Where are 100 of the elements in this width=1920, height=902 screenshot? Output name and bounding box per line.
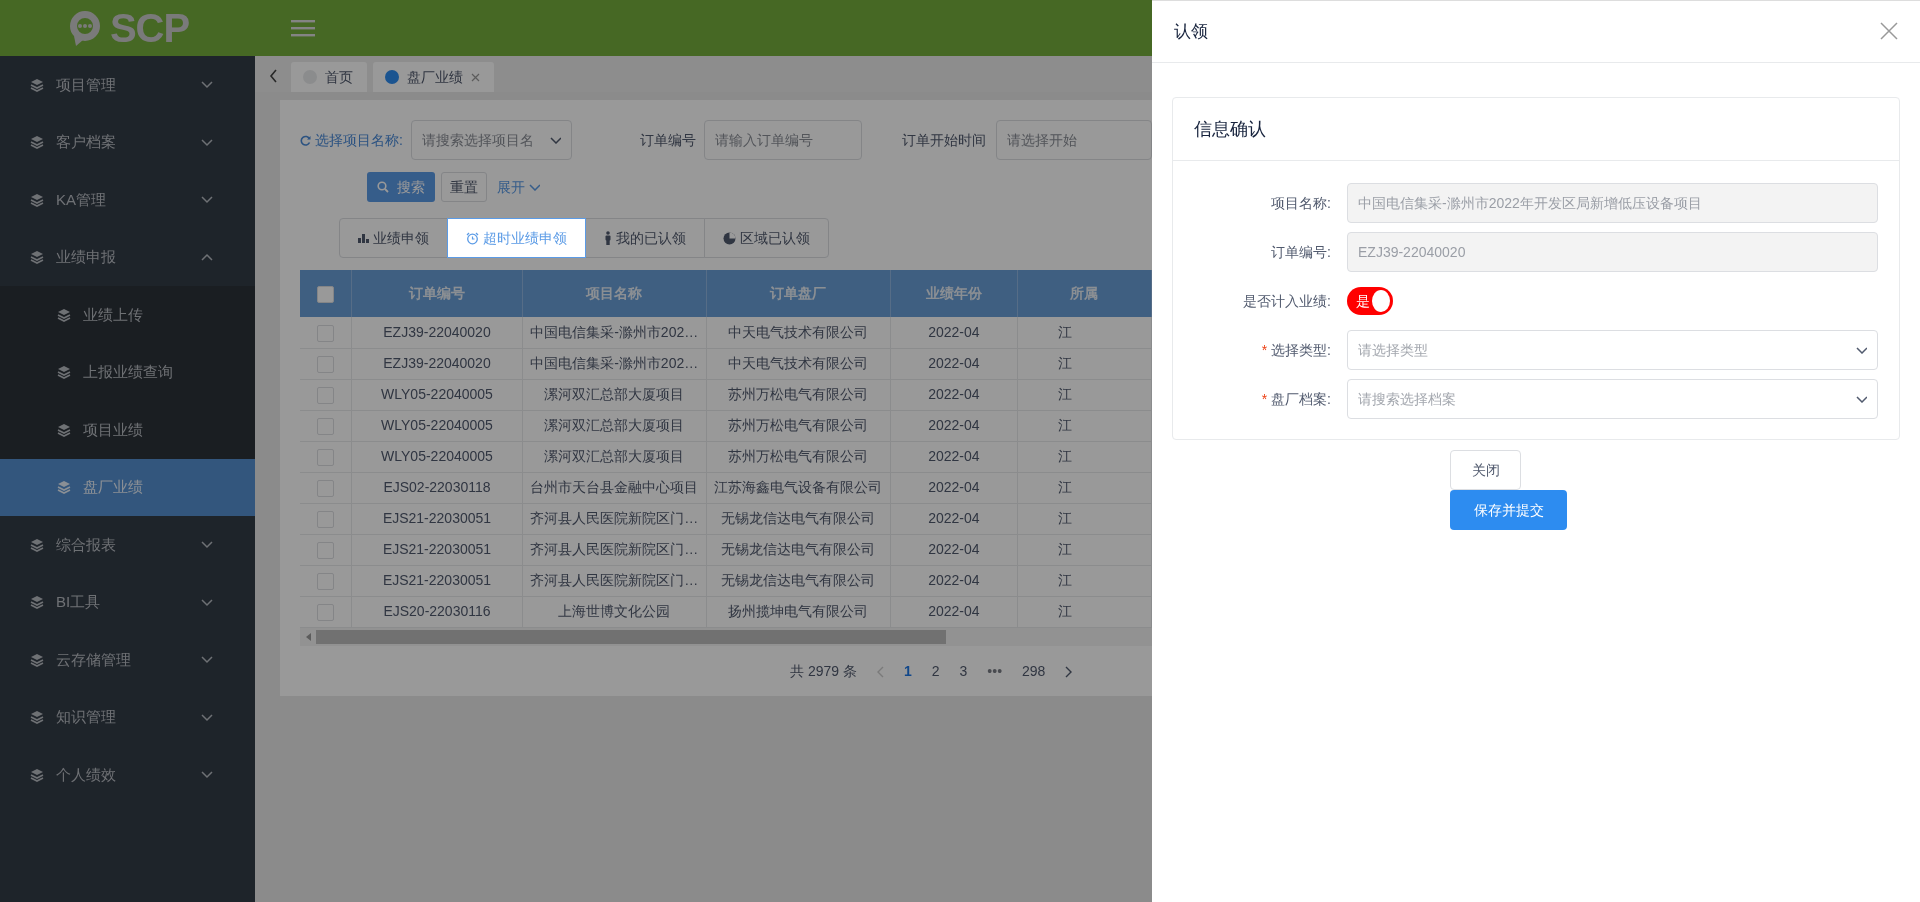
table-cell: 中国电信集采-滁州市202… (530, 355, 699, 371)
chevron-icon (201, 80, 213, 90)
table-cell: 江 (1057, 386, 1072, 402)
filter-label: 选择项目名称: (300, 129, 403, 151)
table-cell: 2022-04 (928, 510, 980, 526)
table-cell: 漯河双汇总部大厦项目 (544, 448, 685, 464)
layers-icon (30, 537, 44, 552)
layers-icon (57, 365, 71, 380)
close-button[interactable]: 关闭 (1450, 450, 1521, 490)
sidebar-item[interactable]: 项目管理 (0, 56, 255, 114)
filter-label: 订单编号 (639, 130, 696, 150)
pagination-ellipsis: ••• (987, 662, 1003, 681)
prev-page-icon[interactable] (876, 665, 884, 678)
save-submit-button[interactable]: 保存并提交 (1450, 490, 1567, 530)
close-button[interactable] (1880, 21, 1900, 42)
table-cell: 江 (1057, 355, 1072, 371)
sidebar-item[interactable]: 综合报表 (0, 516, 255, 574)
page-link[interactable]: 1 (903, 661, 912, 682)
layers-icon (30, 652, 44, 667)
view-tab[interactable]: 业绩申领 (339, 218, 448, 258)
page-link[interactable]: 298 (1022, 661, 1046, 682)
close-icon[interactable] (471, 72, 480, 82)
column-header: 业绩年份 (925, 285, 982, 301)
next-page-icon[interactable] (1065, 665, 1073, 678)
table-cell: 苏州万松电气有限公司 (728, 448, 869, 464)
page-link[interactable]: 3 (959, 661, 968, 682)
pie-chart-icon (723, 231, 736, 245)
layers-icon (57, 480, 71, 495)
expand-link[interactable]: 展开 (493, 176, 544, 198)
table-cell: 中天电气技术有限公司 (728, 323, 869, 340)
page-tab[interactable]: 盘厂业绩 (373, 62, 494, 92)
layers-icon (30, 595, 44, 610)
layers-icon (30, 192, 44, 207)
table-cell: EZJ39-22040020 (383, 323, 491, 340)
sidebar-item[interactable]: KA管理 (0, 171, 255, 229)
section-title: 信息确认 (1194, 117, 1266, 141)
table-cell: 江 (1057, 541, 1072, 557)
layers-icon (30, 250, 44, 265)
chevron-icon (201, 137, 213, 147)
table-cell: 苏州万松电气有限公司 (728, 417, 869, 433)
table-cell: 无锡龙信达电气有限公司 (721, 510, 876, 526)
view-tab[interactable]: 区域已认领 (704, 218, 829, 258)
chevron-icon (201, 655, 213, 665)
page-tab[interactable]: 首页 (291, 62, 367, 92)
sidebar-item[interactable]: 知识管理 (0, 688, 255, 746)
sidebar-item[interactable]: 个人绩效 (0, 746, 255, 804)
chevron-down-icon (549, 136, 561, 144)
view-tab[interactable]: 超时业绩申领 (447, 218, 586, 258)
table-cell: EJS21-22030051 (382, 541, 492, 557)
alarm-clock-icon (466, 231, 479, 245)
filter-label: 订单开始时间 (902, 130, 987, 150)
table-cell: 扬州揽坤电气有限公司 (728, 603, 869, 619)
input-field[interactable]: 请选择开始 (996, 120, 1152, 160)
column-header: 订单编号 (409, 285, 465, 301)
select-field[interactable]: 请搜索选择档案 (1347, 379, 1878, 419)
table-cell: WLY05-22040005 (381, 386, 493, 402)
sidebar-item[interactable]: 业绩申报 (0, 228, 255, 286)
table-cell: WLY05-22040005 (381, 417, 493, 433)
close-icon (1880, 21, 1898, 40)
field-label: 项目名称: (1270, 193, 1332, 213)
table-cell: 2022-04 (928, 479, 980, 495)
input-field[interactable]: 请输入订单编号 (703, 120, 863, 160)
field-label: * 选择类型: (1260, 340, 1332, 360)
sidebar-subitem[interactable]: 业绩上传 (0, 286, 255, 344)
search-icon (377, 181, 389, 193)
table-cell: 江 (1057, 603, 1072, 619)
sidebar-subitem[interactable]: 盘厂业绩 (0, 458, 255, 516)
table-cell: 齐河县人民医院新院区门… (530, 572, 699, 588)
field-label: * 盘厂档案: (1260, 389, 1332, 409)
sidebar-item[interactable]: 客户档案 (0, 113, 255, 171)
menu-icon[interactable] (291, 18, 315, 38)
sidebar-subitem[interactable]: 项目业绩 (0, 401, 255, 459)
table-cell: 2022-04 (928, 323, 980, 340)
table-cell: 中天电气技术有限公司 (728, 355, 869, 371)
search-button[interactable]: 搜索 (367, 172, 435, 202)
select-field[interactable]: 请选择类型 (1347, 330, 1878, 370)
view-tab[interactable]: 我的已认领 (585, 218, 705, 258)
table-cell: 苏州万松电气有限公司 (728, 386, 869, 402)
table-cell: 上海世博文化公园 (558, 603, 671, 619)
sidebar-subitem[interactable]: 上报业绩查询 (0, 343, 255, 401)
table-cell: 2022-04 (928, 541, 980, 557)
column-header: 订单盘厂 (770, 285, 827, 301)
reset-button[interactable]: 重置 (441, 172, 487, 202)
total-count: 共 2979 条 (790, 662, 857, 681)
sidebar-item[interactable]: BI工具 (0, 573, 255, 631)
select-field[interactable]: 请搜索选择项目名 (410, 120, 572, 160)
chevron-down-icon (529, 183, 540, 191)
table-cell: EJS21-22030051 (382, 572, 492, 588)
chevron-down-icon (1856, 395, 1867, 403)
table-cell: 齐河县人民医院新院区门… (530, 510, 699, 526)
scrollbar-thumb[interactable] (316, 629, 946, 644)
table-cell: EZJ39-22040020 (383, 355, 491, 371)
table-cell: 2022-04 (928, 355, 980, 371)
select-all-checkbox[interactable] (317, 285, 335, 303)
sidebar-item[interactable]: 云存储管理 (0, 631, 255, 689)
chevron-icon (201, 712, 213, 722)
toggle-switch[interactable]: 是 (1347, 287, 1393, 315)
chevron-icon (201, 597, 213, 607)
page-link[interactable]: 2 (931, 661, 940, 682)
table-cell: 2022-04 (928, 572, 980, 588)
